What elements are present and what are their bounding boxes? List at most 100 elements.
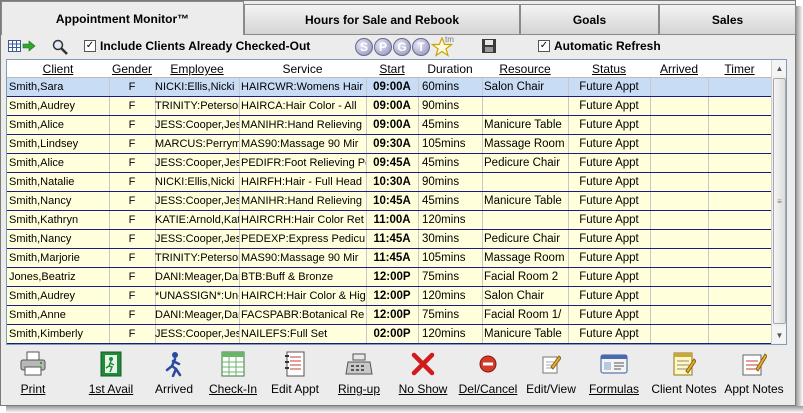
cell-service: PEDIFR:Foot Relieving Pe: [241, 157, 366, 169]
appointment-monitor-window: Appointment Monitor™ Hours for Sale and …: [0, 0, 797, 406]
vertical-scrollbar[interactable]: ▲ ≡ ▼: [771, 60, 786, 344]
cell-service: MANIHR:Hand Relieving: [241, 195, 363, 207]
column-separator: [482, 249, 483, 267]
formulas-button-label: Formulas: [588, 382, 639, 396]
cell-gender: F: [128, 233, 136, 245]
cell-service: HAIRCA:Hair Color - All: [241, 100, 357, 112]
magnifier-icon[interactable]: [52, 39, 68, 55]
no-show-button[interactable]: No Show: [397, 348, 449, 400]
table-row[interactable]: Smith,Audrey F *UNASSIGN*:Un-/HAIRCH:Hair …: [7, 287, 771, 306]
tab-hours-for-sale[interactable]: Hours for Sale and Rebook: [244, 4, 520, 34]
cell-gender: F: [128, 214, 136, 226]
edit-appt-button[interactable]: Edit Appt: [266, 348, 324, 400]
cell-employee: TRINITY:Peterson: [155, 100, 239, 112]
cell-timer: [708, 135, 771, 153]
cell-duration: 105mins: [422, 138, 466, 150]
column-header-duration[interactable]: Duration: [418, 60, 482, 78]
star-icon[interactable]: tm: [431, 35, 454, 57]
cell-timer: [708, 306, 771, 324]
cell-status: Future Appt: [579, 119, 639, 131]
cell-status: Future Appt: [579, 252, 639, 264]
column-separator: [239, 287, 240, 305]
cell-timer: [708, 211, 771, 229]
tab-sales[interactable]: Sales: [659, 4, 796, 34]
del-cancel-button[interactable]: Del/Cancel: [458, 348, 518, 400]
scroll-down-arrow-icon[interactable]: ▼: [772, 327, 786, 343]
cell-resource: [484, 211, 568, 229]
column-header-client[interactable]: Client: [7, 60, 109, 78]
column-separator: [482, 325, 483, 343]
table-row[interactable]: Smith,Alice F JESS:Cooper,Jes MANIHR:Hand R…: [7, 116, 771, 135]
scroll-thumb[interactable]: ≡: [773, 78, 786, 324]
pencil-note-icon: [537, 350, 565, 378]
cell-client: Smith,Anne: [9, 309, 66, 321]
cell-start: 09:00A: [373, 119, 411, 131]
column-header-employee[interactable]: Employee: [155, 60, 239, 78]
column-header-gender[interactable]: Gender: [109, 60, 155, 78]
table-row[interactable]: Smith,Lindsey F MARCUS:Perryma MAS90:Massag…: [7, 135, 771, 154]
table-row[interactable]: Smith,Kathryn F KATIE:Arnold,Kat HAIRCRH:Ha…: [7, 211, 771, 230]
tab-goals[interactable]: Goals: [520, 4, 659, 34]
cell-service: MAS90:Massage 90 Mir: [241, 138, 359, 150]
tab-appointment-monitor[interactable]: Appointment Monitor™: [1, 1, 244, 35]
table-row[interactable]: Smith,Audrey F TRINITY:Peterson HAIRCA:Hair…: [7, 97, 771, 116]
client-notes-button[interactable]: Client Notes: [647, 348, 721, 400]
cell-resource: Manicure Table: [484, 195, 562, 207]
table-row[interactable]: Smith,Marjorie F TRINITY:Peterson MAS90:Mas…: [7, 249, 771, 268]
walking-person-icon: [160, 350, 188, 378]
cell-employee: TRINITY:Peterson: [155, 252, 239, 264]
cell-client: Smith,Natalie: [9, 176, 75, 188]
arrived-button[interactable]: Arrived: [150, 348, 198, 400]
check-in-button[interactable]: Check-In: [207, 348, 259, 400]
first-avail-button[interactable]: 1st Avail: [84, 348, 138, 400]
appt-notes-icon: [740, 350, 768, 378]
appointment-book-icon: [281, 350, 309, 378]
column-separator: [482, 78, 483, 96]
column-header-status[interactable]: Status: [568, 60, 650, 78]
appt-notes-button[interactable]: Appt Notes: [721, 348, 787, 400]
cell-resource: Massage Room: [484, 252, 565, 264]
table-row[interactable]: Smith,Sara F NICKI:Ellis,Nicki HAIRCWR:Wome…: [7, 78, 771, 97]
table-row[interactable]: Smith,Nancy F JESS:Cooper,Jes PEDEXP:Expres…: [7, 230, 771, 249]
table-row[interactable]: Smith,Nancy F JESS:Cooper,Jes MANIHR:Hand R…: [7, 192, 771, 211]
column-header-timer[interactable]: Timer: [708, 60, 771, 78]
spgt-t-button[interactable]: T: [412, 38, 430, 56]
window-shadow-right: [796, 6, 803, 406]
first-avail-button-label: 1st Avail: [88, 382, 134, 396]
column-header-arrived[interactable]: Arrived: [650, 60, 708, 78]
scroll-up-arrow-icon[interactable]: ▲: [772, 60, 786, 76]
column-separator: [239, 192, 240, 210]
column-separator: [482, 287, 483, 305]
ring-up-button[interactable]: Ring-up: [334, 348, 384, 400]
cell-client: Smith,Nancy: [9, 233, 72, 245]
cell-gender: F: [128, 157, 136, 169]
column-header-resource[interactable]: Resource: [482, 60, 568, 78]
save-disk-icon[interactable]: [481, 38, 497, 54]
formulas-button[interactable]: Formulas: [587, 348, 641, 400]
spgt-g-button[interactable]: G: [393, 38, 411, 56]
export-grid-icon[interactable]: [8, 39, 36, 53]
spgt-s-button[interactable]: S: [355, 38, 373, 56]
table-row[interactable]: Smith,Alice F JESS:Cooper,Jes PEDIFR:Foot R…: [7, 154, 771, 173]
column-separator: [418, 287, 419, 305]
spgt-p-button[interactable]: P: [374, 38, 392, 56]
print-button[interactable]: Print: [11, 348, 55, 400]
automatic-refresh-checkbox[interactable]: ✓ Automatic Refresh: [538, 39, 661, 53]
cell-employee: JESS:Cooper,Jes: [155, 233, 239, 245]
cell-timer: [708, 78, 771, 96]
cell-status: Future Appt: [579, 176, 639, 188]
table-row[interactable]: Jones,Beatriz F DANI:Meager,Dar BTB:Buff & …: [7, 268, 771, 287]
cell-start: 11:45A: [373, 252, 411, 264]
column-header-start[interactable]: Start: [366, 60, 418, 78]
cell-gender: F: [128, 119, 136, 131]
cell-client: Smith,Audrey: [9, 290, 76, 302]
include-checked-out-checkbox[interactable]: ✓ Include Clients Already Checked-Out: [84, 39, 310, 53]
exit-door-icon: [97, 350, 125, 378]
table-row[interactable]: Smith,Kimberly F JESS:Cooper,Jes NAILEFS:Fu…: [7, 325, 771, 344]
table-row[interactable]: Smith,Natalie F NICKI:Ellis,Nicki HAIRFH:Ha…: [7, 173, 771, 192]
column-header-service[interactable]: Service: [239, 60, 366, 78]
cell-client: Smith,Alice: [9, 119, 65, 131]
edit-view-button[interactable]: Edit/View: [523, 348, 579, 400]
table-row[interactable]: Smith,Anne F DANI:Meager,Dar FACSPABR:Botan…: [7, 306, 771, 325]
cell-status: Future Appt: [579, 100, 639, 112]
